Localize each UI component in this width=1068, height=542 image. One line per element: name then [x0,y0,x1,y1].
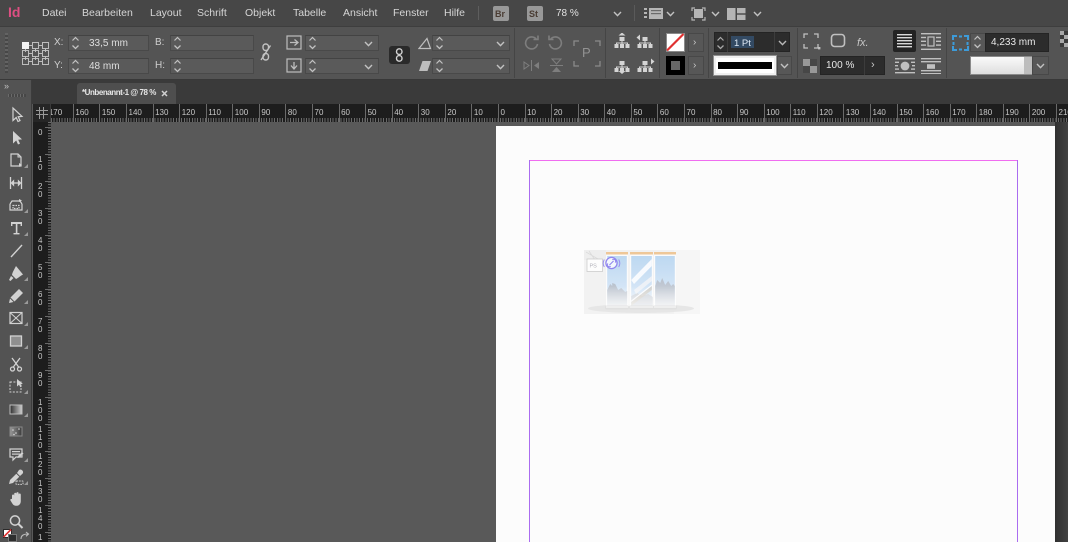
svg-text:PS: PS [590,264,598,270]
